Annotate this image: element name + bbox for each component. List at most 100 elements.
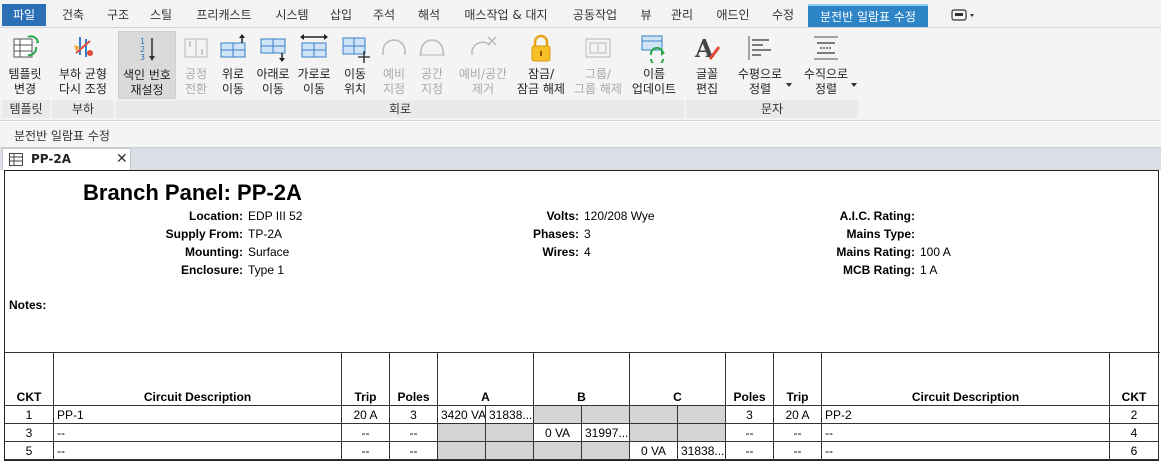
cell-poles-right[interactable]: -- bbox=[726, 424, 774, 442]
header-phase-b: B bbox=[534, 353, 630, 406]
assign-spare-icon bbox=[379, 33, 409, 63]
info-value-location[interactable]: EDP III 52 bbox=[248, 209, 302, 223]
cell-description-left[interactable]: -- bbox=[54, 442, 342, 460]
cell-poles-right[interactable]: 3 bbox=[726, 406, 774, 424]
info-value-volts[interactable]: 120/208 Wye bbox=[584, 209, 655, 223]
document-tab[interactable]: PP-2A ✕ bbox=[2, 148, 131, 170]
cell-phase-a-load[interactable]: 3420 VA bbox=[438, 406, 486, 424]
cell-trip-left[interactable]: 20 A bbox=[342, 406, 390, 424]
cell-ckt-left[interactable]: 1 bbox=[5, 406, 54, 424]
cell-description-left[interactable]: -- bbox=[54, 424, 342, 442]
tab-insert[interactable]: 삽입 bbox=[322, 4, 360, 26]
renumber-icon: 1 2 3 bbox=[132, 34, 162, 64]
close-icon[interactable]: ✕ bbox=[116, 151, 128, 167]
button-label-line1: 템플릿 bbox=[8, 67, 42, 81]
tab-systems[interactable]: 시스템 bbox=[266, 4, 318, 26]
cell-phase-c-load[interactable]: 0 VA bbox=[630, 442, 678, 460]
cell-phase-a-load bbox=[438, 442, 486, 460]
panel-title: Branch Panel: PP-2A bbox=[83, 180, 302, 205]
cell-ckt-right[interactable]: 2 bbox=[1110, 406, 1159, 424]
info-label-mcb-rating: MCB Rating: bbox=[843, 263, 915, 277]
swap-phase-button[interactable]: 공정 전환 bbox=[178, 31, 214, 99]
lock-unlock-button[interactable]: 잠금/잠금 해제 bbox=[514, 31, 568, 99]
tab-modify[interactable]: 수정 bbox=[764, 4, 802, 26]
tab-view[interactable]: 뷰 bbox=[632, 4, 660, 26]
remove-spare-space-button[interactable]: 예비/공간 제거 bbox=[452, 31, 514, 99]
cell-phase-c-load-2 bbox=[678, 424, 726, 442]
assign-space-button[interactable]: 공간 지정 bbox=[414, 31, 450, 99]
tab-steel[interactable]: 스틸 bbox=[140, 4, 182, 26]
tab-architecture[interactable]: 건축 bbox=[50, 4, 96, 26]
ribbon: 템플릿 변경 부하 균형 다시 조정 1 2 3 색인 번호 재설정 공정 전환… bbox=[0, 27, 1161, 121]
cell-description-right[interactable]: PP-2 bbox=[822, 406, 1110, 424]
align-vertical-button[interactable]: 수직으로 정렬 bbox=[796, 31, 857, 99]
template-swap-icon bbox=[10, 33, 40, 63]
move-across-button[interactable]: 가로로 이동 bbox=[294, 31, 334, 99]
cell-trip-left[interactable]: -- bbox=[342, 442, 390, 460]
group-title-text: 문자 bbox=[686, 100, 858, 118]
move-down-button[interactable]: 아래로 이동 bbox=[253, 31, 293, 99]
assign-spare-button[interactable]: 예비 지정 bbox=[376, 31, 412, 99]
info-value-mains-rating[interactable]: 100 A bbox=[920, 245, 951, 259]
edit-font-button[interactable]: A 글꼴 편집 bbox=[690, 31, 724, 99]
cell-phase-a-load bbox=[438, 424, 486, 442]
dropdown-arrow-icon[interactable] bbox=[786, 83, 792, 87]
info-label-phases: Phases: bbox=[532, 227, 579, 241]
update-names-icon bbox=[639, 33, 669, 66]
tab-collaborate[interactable]: 공동작업 bbox=[564, 4, 626, 26]
cell-trip-right[interactable]: -- bbox=[774, 424, 822, 442]
cell-poles-right[interactable]: -- bbox=[726, 442, 774, 460]
info-value-mcb-rating[interactable]: 1 A bbox=[920, 263, 937, 277]
move-to-button[interactable]: 이동 위치 bbox=[336, 31, 374, 99]
info-value-wires[interactable]: 4 bbox=[584, 245, 591, 259]
cell-phase-b-load-2[interactable]: 31997... bbox=[582, 424, 630, 442]
cell-ckt-right[interactable]: 4 bbox=[1110, 424, 1159, 442]
move-to-icon bbox=[340, 33, 370, 63]
tab-analyze[interactable]: 해석 bbox=[408, 4, 450, 26]
cell-phase-c-load-2[interactable]: 31838... bbox=[678, 442, 726, 460]
tab-massing-site[interactable]: 매스작업 & 대지 bbox=[456, 4, 556, 26]
cell-phase-a-load-2[interactable]: 31838... bbox=[486, 406, 534, 424]
tab-manage[interactable]: 관리 bbox=[664, 4, 700, 26]
update-names-button[interactable]: 이름 업데이트 bbox=[628, 31, 680, 99]
info-value-enclosure[interactable]: Type 1 bbox=[248, 263, 284, 277]
dropdown-arrow-icon[interactable] bbox=[851, 83, 857, 87]
header-ckt-right: CKT bbox=[1110, 353, 1159, 406]
info-value-mounting[interactable]: Surface bbox=[248, 245, 289, 259]
cell-poles-left[interactable]: -- bbox=[390, 442, 438, 460]
cell-ckt-left[interactable]: 3 bbox=[5, 424, 54, 442]
tab-precast[interactable]: 프리캐스트 bbox=[186, 4, 262, 26]
cell-ckt-left[interactable]: 5 bbox=[5, 442, 54, 460]
cell-trip-right[interactable]: -- bbox=[774, 442, 822, 460]
tab-file[interactable]: 파일 bbox=[2, 4, 46, 26]
cell-poles-left[interactable]: 3 bbox=[390, 406, 438, 424]
button-label-line2: 그룹 해제 bbox=[574, 82, 622, 96]
tab-edit-panel-schedule[interactable]: 분전반 일람표 수정 bbox=[808, 4, 928, 27]
button-label-line2: 재설정 bbox=[130, 83, 164, 97]
rebalance-loads-button[interactable]: 부하 균형 다시 조정 bbox=[55, 31, 111, 99]
group-ungroup-button[interactable]: 그룹/그룹 해제 bbox=[570, 31, 626, 99]
tab-annotate[interactable]: 주석 bbox=[364, 4, 404, 26]
align-horizontal-button[interactable]: 수평으로 정렬 bbox=[730, 31, 792, 99]
cell-trip-left[interactable]: -- bbox=[342, 424, 390, 442]
info-label-volts: Volts: bbox=[546, 209, 579, 223]
tab-structure[interactable]: 구조 bbox=[98, 4, 138, 26]
cell-trip-right[interactable]: 20 A bbox=[774, 406, 822, 424]
move-up-button[interactable]: 위로 이동 bbox=[214, 31, 252, 99]
change-template-button[interactable]: 템플릿 변경 bbox=[4, 31, 46, 99]
button-label-line2: 업데이트 bbox=[631, 82, 677, 96]
cell-ckt-right[interactable]: 6 bbox=[1110, 442, 1159, 460]
ribbon-display-options-icon[interactable] bbox=[951, 7, 977, 23]
renumber-button[interactable]: 1 2 3 색인 번호 재설정 bbox=[118, 31, 176, 99]
info-value-phases[interactable]: 3 bbox=[584, 227, 591, 241]
info-value-supply-from[interactable]: TP-2A bbox=[248, 227, 282, 241]
cell-poles-left[interactable]: -- bbox=[390, 424, 438, 442]
cell-phase-b-load[interactable]: 0 VA bbox=[534, 424, 582, 442]
cell-description-right[interactable]: -- bbox=[822, 424, 1110, 442]
cell-description-left[interactable]: PP-1 bbox=[54, 406, 342, 424]
remove-spare-icon bbox=[468, 33, 498, 63]
cell-description-right[interactable]: -- bbox=[822, 442, 1110, 460]
button-label-line1: 가로로 bbox=[297, 67, 331, 81]
button-label-line2: 이동 bbox=[302, 82, 326, 96]
tab-addins[interactable]: 애드인 bbox=[708, 4, 758, 26]
